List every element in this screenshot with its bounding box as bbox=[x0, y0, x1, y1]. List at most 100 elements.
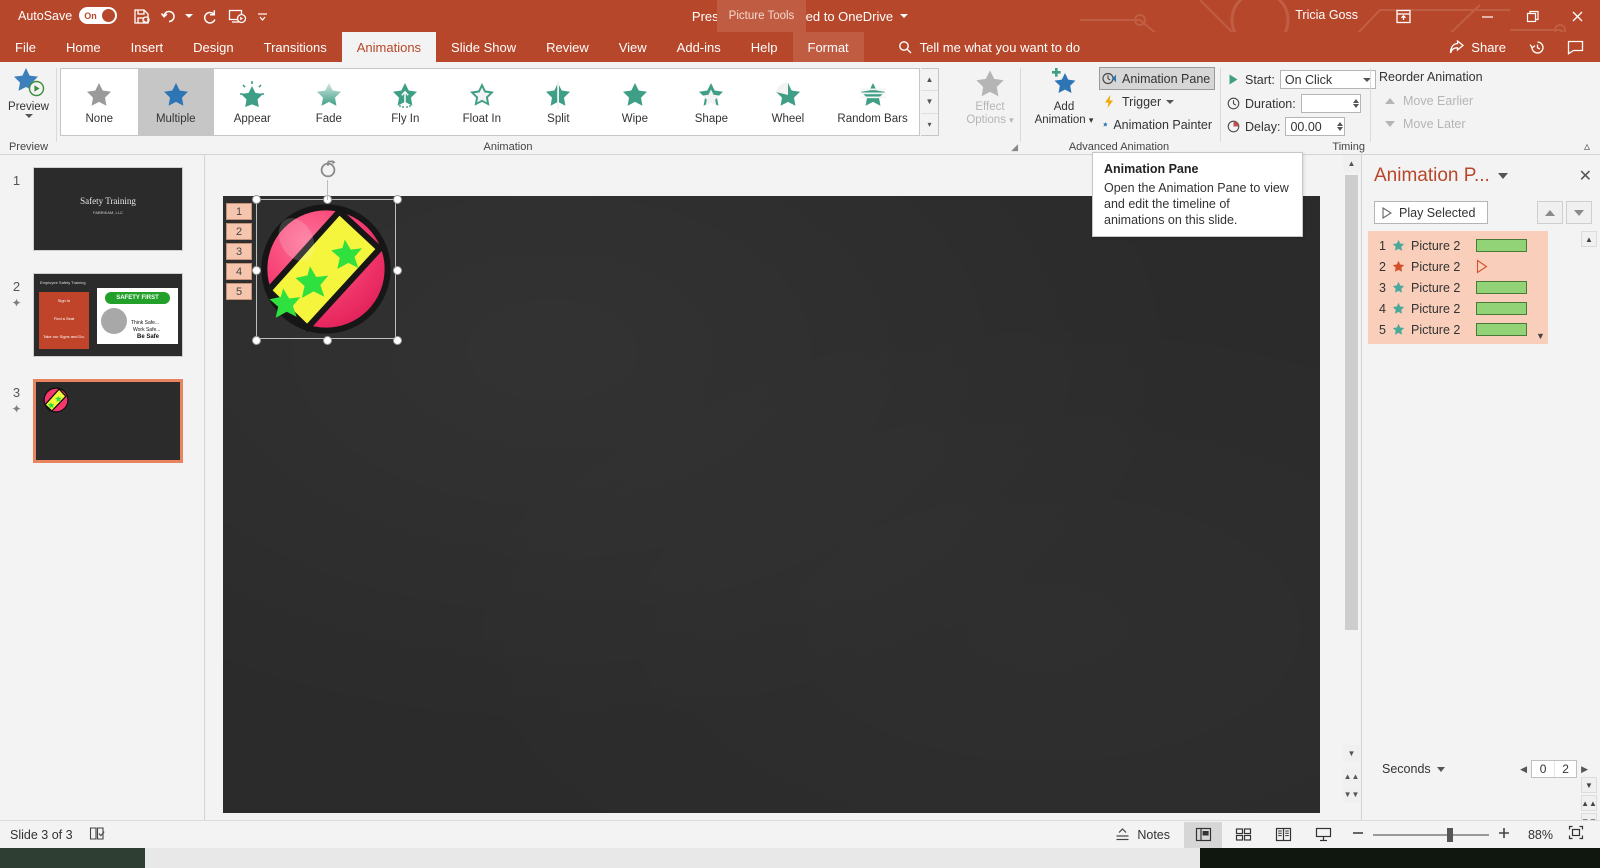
animation-none[interactable]: None bbox=[61, 69, 138, 135]
tell-me-search[interactable]: Tell me what you want to do bbox=[886, 32, 1092, 62]
slide-thumbnail-1[interactable]: Safety Training FABRIKAM, LLC bbox=[33, 167, 183, 251]
move-down-button[interactable] bbox=[1566, 201, 1592, 224]
animation-item-4-timeline-bar[interactable] bbox=[1476, 302, 1527, 315]
preview-dropdown-icon[interactable] bbox=[24, 114, 33, 118]
gallery-scroll-down-icon[interactable]: ▼ bbox=[921, 90, 938, 112]
user-account-name[interactable]: Tricia Goss bbox=[1295, 8, 1358, 22]
restore-button[interactable] bbox=[1510, 0, 1555, 32]
trigger-dropdown-icon[interactable] bbox=[1166, 99, 1175, 104]
seconds-scroll-right-icon[interactable]: ▶ bbox=[1581, 764, 1588, 775]
tab-review[interactable]: Review bbox=[531, 32, 604, 62]
version-history-icon[interactable] bbox=[1518, 32, 1556, 62]
delay-spinner[interactable] bbox=[1337, 118, 1344, 135]
comments-icon[interactable] bbox=[1556, 32, 1594, 62]
minimize-button[interactable] bbox=[1465, 0, 1510, 32]
slide-thumbnail-3[interactable] bbox=[33, 379, 183, 463]
seconds-scroll-left-icon[interactable]: ◀ bbox=[1520, 764, 1527, 775]
resize-handle-sw[interactable] bbox=[252, 336, 261, 345]
add-animation-button[interactable]: Add Animation ▾ bbox=[1029, 67, 1099, 139]
animation-list-item-2[interactable]: 2 Picture 2 bbox=[1368, 256, 1548, 277]
animation-split[interactable]: Split bbox=[520, 69, 597, 135]
resize-handle-ne[interactable] bbox=[393, 195, 402, 204]
duration-field[interactable] bbox=[1300, 94, 1361, 113]
animation-fly-in[interactable]: Fly In bbox=[367, 69, 444, 135]
animation-dialog-launcher-icon[interactable]: ◢ bbox=[1011, 142, 1018, 153]
tab-slide-show[interactable]: Slide Show bbox=[436, 32, 531, 62]
effect-options-button[interactable]: Effect Options ▾ bbox=[959, 67, 1021, 139]
play-selected-button[interactable]: Play Selected bbox=[1374, 201, 1489, 224]
start-from-beginning-icon[interactable] bbox=[224, 4, 250, 28]
animation-appear[interactable]: Appear bbox=[214, 69, 291, 135]
animation-marker-3[interactable]: 3 bbox=[226, 243, 252, 260]
animation-wheel[interactable]: Wheel bbox=[750, 69, 827, 135]
animation-wipe[interactable]: Wipe bbox=[597, 69, 674, 135]
animation-list-item-5[interactable]: 5 Picture 2 ▼ bbox=[1368, 319, 1548, 342]
notes-button[interactable]: Notes bbox=[1103, 828, 1182, 842]
gallery-more-icon[interactable]: ▾ bbox=[921, 112, 938, 135]
autosave-control[interactable]: AutoSave On bbox=[18, 7, 118, 24]
animation-list-item-4[interactable]: 4 Picture 2 bbox=[1368, 298, 1548, 319]
share-button[interactable]: Share bbox=[1437, 32, 1518, 62]
animation-list-item-1[interactable]: 1 Picture 2 bbox=[1368, 235, 1548, 256]
zoom-in-button[interactable] bbox=[1498, 826, 1510, 844]
animation-pane-scroll-down-icon[interactable]: ▼ bbox=[1581, 777, 1597, 793]
accessibility-checker-icon[interactable] bbox=[89, 826, 106, 844]
animation-multiple[interactable]: Multiple bbox=[137, 69, 215, 135]
resize-handle-w[interactable] bbox=[252, 266, 261, 275]
next-slide-icon[interactable]: ▼▼ bbox=[1343, 786, 1360, 803]
delay-field[interactable]: 00.00 bbox=[1285, 117, 1346, 136]
previous-slide-icon[interactable]: ▲▲ bbox=[1343, 768, 1360, 785]
tab-file[interactable]: File bbox=[0, 32, 51, 62]
undo-icon[interactable] bbox=[156, 4, 182, 28]
animation-float-in[interactable]: Float In bbox=[444, 69, 521, 135]
collapse-ribbon-icon[interactable]: ▵ bbox=[1584, 139, 1590, 153]
zoom-out-button[interactable] bbox=[1352, 826, 1364, 844]
resize-handle-nw[interactable] bbox=[252, 195, 261, 204]
resize-handle-s[interactable] bbox=[323, 336, 332, 345]
scroll-down-icon[interactable]: ▼ bbox=[1343, 745, 1360, 762]
tab-transitions[interactable]: Transitions bbox=[249, 32, 342, 62]
animation-pane-page-up-icon[interactable]: ▲▲ bbox=[1581, 795, 1597, 811]
resize-handle-n[interactable] bbox=[323, 195, 332, 204]
gallery-scroll-up-icon[interactable]: ▲ bbox=[921, 69, 938, 90]
zoom-percent-label[interactable]: 88% bbox=[1519, 828, 1553, 842]
thumbnail-row-2[interactable]: 2 ✦ Employee Safety Training Sign In Fin… bbox=[0, 273, 205, 357]
animation-item-5-timeline-bar[interactable] bbox=[1476, 323, 1527, 336]
scroll-thumb[interactable] bbox=[1345, 175, 1358, 630]
edit-area-vertical-scrollbar[interactable]: ▲ ▼ ▲▲ ▼▼ bbox=[1343, 155, 1360, 820]
animation-marker-1[interactable]: 1 bbox=[226, 203, 252, 220]
animation-item-1-timeline-bar[interactable] bbox=[1476, 239, 1527, 252]
slide-show-button[interactable] bbox=[1304, 822, 1342, 848]
save-icon[interactable] bbox=[128, 4, 154, 28]
tab-add-ins[interactable]: Add-ins bbox=[662, 32, 736, 62]
undo-dropdown-icon[interactable] bbox=[184, 4, 194, 28]
rotate-handle-icon[interactable] bbox=[317, 158, 339, 180]
animation-marker-2[interactable]: 2 bbox=[226, 223, 252, 240]
animation-item-3-timeline-bar[interactable] bbox=[1476, 281, 1527, 294]
move-earlier-button[interactable]: Move Earlier bbox=[1385, 94, 1473, 108]
tab-design[interactable]: Design bbox=[178, 32, 248, 62]
thumbnail-row-1[interactable]: 1 Safety Training FABRIKAM, LLC bbox=[0, 167, 205, 251]
seconds-dropdown-icon[interactable] bbox=[1436, 766, 1445, 772]
beach-ball-picture[interactable] bbox=[259, 202, 393, 336]
animation-fade[interactable]: Fade bbox=[291, 69, 368, 135]
duration-spinner[interactable] bbox=[1352, 95, 1359, 112]
title-dropdown-icon[interactable] bbox=[900, 14, 909, 18]
tab-view[interactable]: View bbox=[604, 32, 662, 62]
zoom-slider-knob[interactable] bbox=[1447, 827, 1453, 842]
start-dropdown[interactable]: On Click bbox=[1279, 70, 1376, 89]
animation-list-item-3[interactable]: 3 Picture 2 bbox=[1368, 277, 1548, 298]
animation-pane-scroll-up-icon[interactable]: ▲ bbox=[1581, 231, 1597, 247]
preview-button[interactable]: Preview bbox=[0, 66, 57, 138]
reading-view-button[interactable] bbox=[1264, 822, 1302, 848]
slide-sorter-view-button[interactable] bbox=[1224, 822, 1262, 848]
tab-home[interactable]: Home bbox=[51, 32, 116, 62]
zoom-slider[interactable] bbox=[1373, 827, 1489, 842]
animation-shape[interactable]: Shape bbox=[673, 69, 750, 135]
thumbnail-row-3[interactable]: 3 ✦ bbox=[0, 379, 205, 463]
animation-pane-button[interactable]: Animation Pane bbox=[1099, 67, 1215, 90]
tab-animations[interactable]: Animations bbox=[341, 32, 437, 62]
animation-painter-button[interactable]: Animation Painter bbox=[1099, 113, 1215, 136]
animation-pane-close-icon[interactable]: ✕ bbox=[1579, 166, 1592, 186]
trigger-button[interactable]: Trigger bbox=[1099, 90, 1215, 113]
